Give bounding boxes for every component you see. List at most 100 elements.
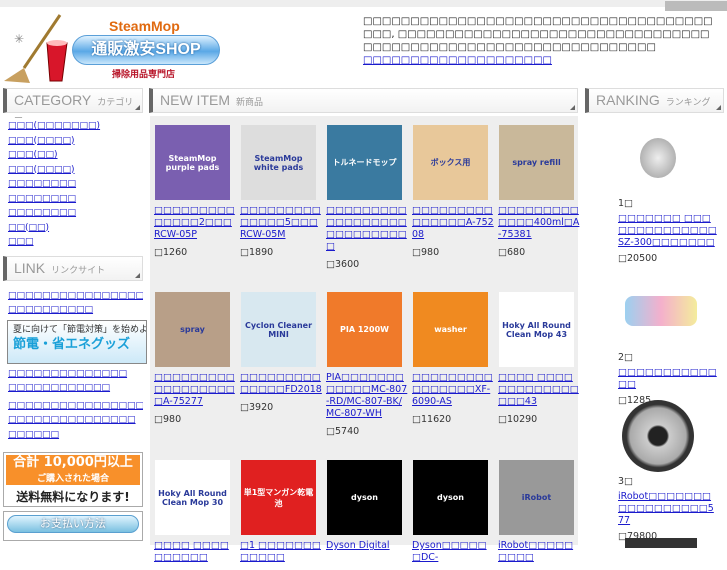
product-card: iRobot iRobot□□□□□□□□□ bbox=[495, 460, 581, 570]
product-image[interactable]: dyson bbox=[413, 460, 488, 535]
ranking-item: 3□ iRobot□□□□□□□□□□□□□□□□□577 □79800 bbox=[618, 476, 718, 542]
product-link[interactable]: □1 □□□□□□□□□□□□ bbox=[237, 540, 323, 564]
categories-link[interactable]: □□□(□□□□) bbox=[3, 134, 143, 149]
product-link[interactable]: Dyson Digital bbox=[323, 540, 409, 552]
links2-link[interactable]: □□□□□□□□□□□□□□ bbox=[3, 367, 143, 382]
product-link[interactable]: □□□□□□□□□□□□□□□□XF-6090-AS bbox=[409, 372, 495, 408]
promo-condition: ご購入された場合 bbox=[36, 474, 109, 484]
ranking-3-image[interactable] bbox=[622, 400, 694, 472]
categories-link[interactable]: □□□(□□□□□□□) bbox=[3, 119, 143, 134]
product-link[interactable]: □□□□□□□□□□□□□□FD2018 bbox=[237, 372, 323, 396]
ranking-price: □20500 bbox=[618, 253, 658, 264]
product-image[interactable]: Hoky All Round Clean Mop 43 bbox=[499, 292, 574, 367]
product-link[interactable]: PIA□□□□□□□□□□□□MC-807-RD/MC-807-BK/MC-80… bbox=[323, 372, 409, 420]
product-link[interactable]: □□□□□□□□□□□□□400ml□A-75381 bbox=[495, 205, 581, 241]
product-link[interactable]: □□□□□□□□□□□□□□□A-75208 bbox=[409, 205, 495, 241]
rank-number: 2□ bbox=[618, 352, 634, 363]
product-price: □980 bbox=[412, 247, 440, 258]
product-price: □980 bbox=[154, 414, 182, 425]
intro-link[interactable]: □□□□□□□□□□□□□□□□□□□□ bbox=[363, 55, 552, 66]
product-price: □3600 bbox=[326, 259, 360, 270]
free-shipping-banner[interactable]: 合計 10,000円以上 ご購入された場合 送料無料になります! bbox=[3, 452, 143, 507]
link-title: LINK bbox=[14, 259, 46, 276]
links3-link[interactable]: □□□□□□□□□□□□□□□ bbox=[3, 413, 143, 428]
product-link[interactable]: □□□□□□□□□□□□□□5□□□RCW-05M bbox=[237, 205, 323, 241]
new-items-panel: SteamMop purple pads □□□□□□□□□□□□□□2□□□RC… bbox=[150, 116, 581, 563]
product-card: dyson Dyson□□□□□□DC- bbox=[409, 460, 495, 570]
categories-link[interactable]: □□(□□) bbox=[3, 221, 143, 236]
links-link[interactable]: □□□□□□□□□□ bbox=[3, 303, 143, 318]
banner-line2: 節電・省エネグッズ bbox=[13, 336, 131, 351]
promo-free-shipping: 送料無料になります! bbox=[16, 490, 130, 504]
energy-saving-banner[interactable]: 夏に向けて「節電対策」を始めよう! 節電・省エネグッズ bbox=[7, 319, 147, 364]
product-card: washer □□□□□□□□□□□□□□□□XF-6090-AS □11620 bbox=[409, 292, 495, 425]
shop-name: 通販激安SHOP bbox=[72, 35, 220, 65]
horizontal-scrollbar[interactable] bbox=[665, 1, 727, 11]
product-price: □3920 bbox=[240, 402, 274, 413]
product-image[interactable]: washer bbox=[413, 292, 488, 367]
categories-link[interactable]: □□□□□□□□ bbox=[3, 177, 143, 192]
product-card: SteamMop white pads □□□□□□□□□□□□□□5□□□RCW… bbox=[237, 125, 323, 258]
ranking-header: RANKING ランキング bbox=[585, 88, 724, 113]
links2-link[interactable]: □□□□□□□□□□□□ bbox=[3, 381, 143, 396]
product-image[interactable]: SteamMop white pads bbox=[241, 125, 316, 200]
product-price: □680 bbox=[498, 247, 526, 258]
svg-text:✳: ✳ bbox=[14, 32, 24, 46]
new-item-header: NEW ITEM 新商品 bbox=[149, 88, 578, 113]
ranking-title: RANKING bbox=[596, 92, 660, 108]
product-image[interactable]: SteamMop purple pads bbox=[155, 125, 230, 200]
product-card: Hoky All Round Clean Mop 30 □□□□ □□□□□□□□… bbox=[151, 460, 237, 570]
product-link[interactable]: □□□□□□□□□□□□□□2□□□RCW-05P bbox=[151, 205, 237, 241]
product-card: dyson Dyson Digital bbox=[323, 460, 409, 558]
product-card: PIA 1200W PIA□□□□□□□□□□□□MC-807-RD/MC-807… bbox=[323, 292, 409, 437]
category-header: CATEGORY カテゴリー bbox=[3, 88, 143, 123]
product-link[interactable]: □□□□□□□□□□□□□□□□□□□A-75277 bbox=[151, 372, 237, 408]
product-link[interactable]: Dyson□□□□□□DC- bbox=[409, 540, 495, 564]
ranking-link[interactable]: □□□□□□□ □□□□□□□□□□□□□□SZ-300□□□□□□□ bbox=[618, 213, 718, 249]
ranking-1-image[interactable] bbox=[640, 138, 676, 178]
product-link[interactable]: □□□□□□□□□□□□□□□□□□□□□□□□□□□□ bbox=[323, 205, 409, 253]
product-image[interactable]: 単1型マンガン乾電池 bbox=[241, 460, 316, 535]
categories-link[interactable]: □□□(□□) bbox=[3, 148, 143, 163]
link-header: LINK リンクサイト bbox=[3, 255, 143, 281]
product-link[interactable]: iRobot□□□□□□□□□ bbox=[495, 540, 581, 564]
product-card: spray □□□□□□□□□□□□□□□□□□□A-75277 □980 bbox=[151, 292, 237, 425]
product-card: ボックス用 □□□□□□□□□□□□□□□A-75208 □980 bbox=[409, 125, 495, 258]
product-link[interactable]: □□□□ □□□□□□□□□□ bbox=[151, 540, 237, 564]
product-price: □5740 bbox=[326, 426, 360, 437]
product-image[interactable]: dyson bbox=[327, 460, 402, 535]
product-image[interactable]: PIA 1200W bbox=[327, 292, 402, 367]
rank-number: 3□ bbox=[618, 476, 634, 487]
ranking-link[interactable]: □□□□□□□□□□□□□ bbox=[618, 367, 718, 391]
intro-paragraph: □□□□□□□□□□□□□□□□□□□□□□□□□□□□□□□□□□□□□□□□… bbox=[363, 16, 713, 53]
ranking-2-image[interactable] bbox=[625, 296, 697, 326]
product-image[interactable]: iRobot bbox=[499, 460, 574, 535]
ranking-link[interactable]: iRobot□□□□□□□□□□□□□□□□□577 bbox=[618, 491, 718, 527]
links3-link[interactable]: □□□□□□□□□□□□□□□□□□□□□□□□□□□□□ bbox=[3, 399, 143, 414]
product-image[interactable]: Cyclon Cleaner MINI bbox=[241, 292, 316, 367]
product-image[interactable]: spray refill bbox=[499, 125, 574, 200]
rank-number: 1□ bbox=[618, 198, 634, 209]
product-card: Hoky All Round Clean Mop 43 □□□□ □□□□□□□□… bbox=[495, 292, 581, 425]
product-price: □1260 bbox=[154, 247, 188, 258]
product-image[interactable]: ボックス用 bbox=[413, 125, 488, 200]
categories-link[interactable]: □□□ bbox=[3, 235, 143, 250]
links-link[interactable]: □□□□□□□□□□□□□□□□□ bbox=[3, 289, 143, 304]
shop-subtitle: 掃除用品専門店 bbox=[112, 70, 176, 80]
broom-bucket-icon: ✳ bbox=[4, 14, 68, 83]
product-link[interactable]: □□□□ □□□□□□□□□□□□□□□□43 bbox=[495, 372, 581, 408]
categories-link[interactable]: □□□(□□□□) bbox=[3, 163, 143, 178]
payment-method-button[interactable]: お支払い方法 bbox=[3, 511, 143, 541]
product-card: spray refill □□□□□□□□□□□□□400ml□A-75381 □6… bbox=[495, 125, 581, 258]
product-price: □11620 bbox=[412, 414, 452, 425]
product-image[interactable]: Hoky All Round Clean Mop 30 bbox=[155, 460, 230, 535]
categories-link[interactable]: □□□□□□□□ bbox=[3, 206, 143, 221]
product-image[interactable]: トルネードモップ bbox=[327, 125, 402, 200]
site-logo[interactable]: ✳ SteamMop 通販激安SHOP 掃除用品専門店 bbox=[0, 5, 225, 83]
links3-link[interactable]: □□□□□□ bbox=[3, 428, 143, 443]
product-card: Cyclon Cleaner MINI □□□□□□□□□□□□□□FD2018 □… bbox=[237, 292, 323, 413]
categories-link[interactable]: □□□□□□□□ bbox=[3, 192, 143, 207]
ranking-subtitle: ランキング bbox=[665, 97, 711, 107]
ranking-item: 1□ □□□□□□□ □□□□□□□□□□□□□□SZ-300□□□□□□□ □20… bbox=[618, 198, 718, 264]
product-image[interactable]: spray bbox=[155, 292, 230, 367]
